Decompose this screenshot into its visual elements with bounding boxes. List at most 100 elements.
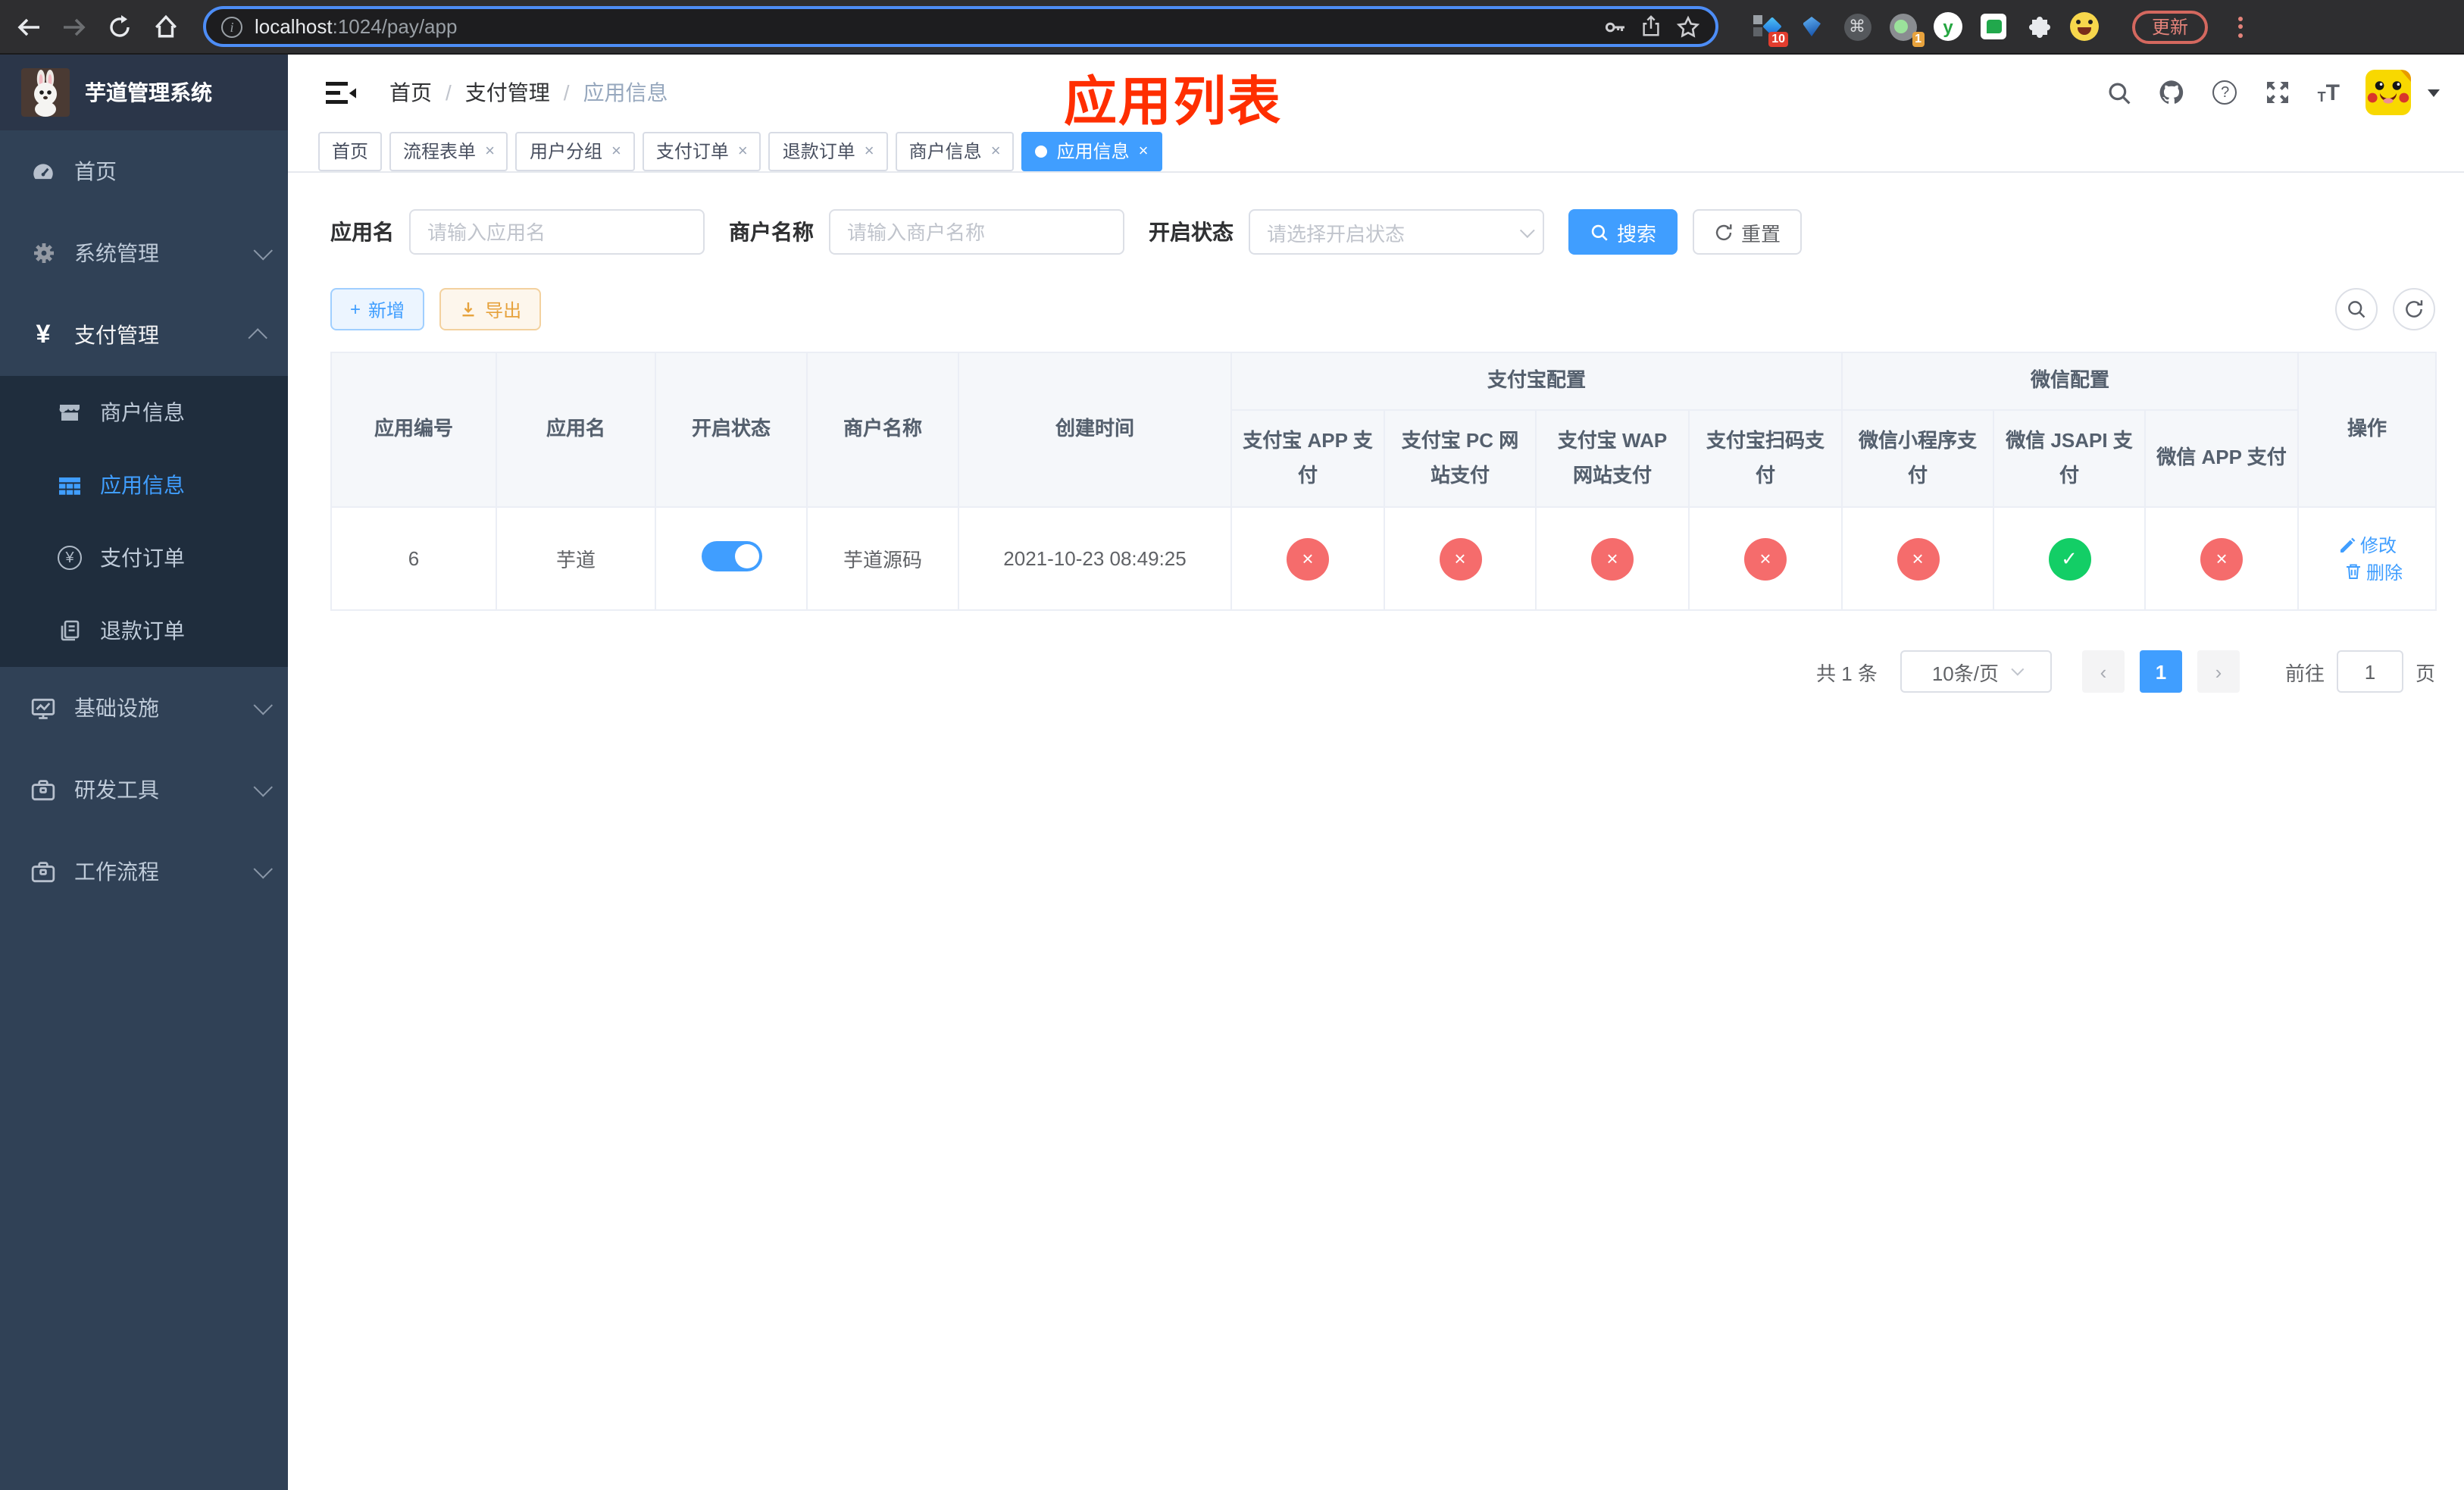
tag-user-group[interactable]: 用户分组 ×	[515, 131, 635, 171]
close-icon[interactable]: ×	[611, 142, 621, 160]
edit-link[interactable]: 修改	[2337, 532, 2397, 558]
sidebar-item-pay-order[interactable]: ¥ 支付订单	[0, 521, 288, 594]
page-number-1[interactable]: 1	[2139, 650, 2182, 693]
fullscreen-icon[interactable]	[2265, 79, 2292, 106]
tag-refund-order[interactable]: 退款订单 ×	[768, 131, 888, 171]
app-title: 芋道管理系统	[85, 80, 212, 105]
close-icon[interactable]: ×	[865, 142, 874, 160]
chevron-down-icon	[2011, 662, 2025, 676]
column-header: 支付宝 WAP 网站支付	[1535, 409, 1690, 508]
breadcrumb-separator: /	[563, 80, 570, 105]
column-header: 支付宝扫码支付	[1687, 409, 1843, 508]
site-info-icon[interactable]: i	[221, 16, 242, 37]
tag-home[interactable]: 首页	[318, 131, 383, 171]
toggle-search-button[interactable]	[2335, 288, 2378, 330]
tag-merchant-info[interactable]: 商户信息 ×	[895, 131, 1015, 171]
close-icon[interactable]: ×	[485, 142, 495, 160]
url-bar[interactable]: i localhost:1024/pay/app	[203, 6, 1718, 47]
help-icon[interactable]: ?	[2212, 79, 2239, 106]
monitor-chart-icon	[30, 695, 56, 721]
yen-circle-icon: ¥	[58, 546, 82, 570]
sidebar-item-refund-order[interactable]: 退款订单	[0, 594, 288, 667]
github-icon[interactable]	[2159, 79, 2186, 106]
sidebar-item-workflow[interactable]: 工作流程	[0, 831, 288, 912]
update-button[interactable]: 更新	[2132, 10, 2209, 43]
tag-process-form[interactable]: 流程表单 ×	[389, 131, 508, 171]
enable-switch[interactable]	[701, 541, 761, 571]
close-icon[interactable]: ×	[991, 142, 1001, 160]
reload-icon[interactable]	[106, 13, 133, 40]
cell-create-time: 2021-10-23 08:49:25	[958, 506, 1232, 611]
back-icon[interactable]	[15, 13, 42, 40]
chevron-up-icon	[248, 327, 267, 347]
extension-y-icon[interactable]: y	[1934, 12, 1962, 41]
forward-icon[interactable]	[61, 13, 88, 40]
home-icon[interactable]	[152, 13, 179, 40]
cell-merchant-name: 芋道源码	[806, 506, 959, 611]
status-select[interactable]: 请选择开启状态	[1249, 209, 1544, 255]
sidebar: 芋道管理系统 首页 系统管理 ¥ 支付管理 商户信息 应用信息 ¥ 支付订单 退…	[0, 55, 288, 1490]
extension-meeting-icon[interactable]: 1	[1888, 12, 1925, 47]
sidebar-item-merchant-info[interactable]: 商户信息	[0, 376, 288, 449]
avatar-caret-icon[interactable]	[2428, 89, 2440, 96]
briefcase-icon	[30, 859, 56, 884]
page-size-select[interactable]: 10条/页	[1900, 650, 2052, 693]
breadcrumb-home[interactable]: 首页	[389, 77, 432, 108]
tag-app-info-active[interactable]: 应用信息 ×	[1021, 131, 1162, 171]
merchant-name-input[interactable]	[829, 209, 1124, 255]
profile-emoji-icon[interactable]	[2070, 12, 2099, 41]
app-table: 应用编号 应用名 开启状态 商户名称 创建时间 支付宝配置 微信配置 操作 支付…	[330, 352, 2437, 611]
sidebar-item-infrastructure[interactable]: 基础设施	[0, 667, 288, 749]
extension-chat-icon[interactable]	[1979, 12, 2008, 41]
storefront-icon	[58, 400, 82, 424]
url-text: localhost:1024/pay/app	[255, 15, 458, 38]
next-page-button[interactable]: ›	[2197, 650, 2240, 693]
cell-app-name: 芋道	[496, 506, 656, 611]
sidebar-collapse-icon[interactable]	[326, 80, 356, 105]
reset-button[interactable]: 重置	[1693, 209, 1803, 255]
sidebar-item-payment[interactable]: ¥ 支付管理	[0, 294, 288, 376]
sidebar-item-label: 支付订单	[100, 546, 185, 570]
browser-toolbar: i localhost:1024/pay/app 10 ⌘ 1 y 更新	[0, 0, 2464, 55]
sidebar-item-label: 商户信息	[100, 400, 185, 424]
status-wx-jsapi: ✓	[2048, 537, 2091, 580]
password-key-icon[interactable]	[1603, 14, 1628, 39]
add-button[interactable]: + 新增	[330, 288, 425, 330]
close-icon[interactable]: ×	[1139, 142, 1149, 160]
font-size-icon[interactable]: TT	[2318, 81, 2340, 104]
edit-pen-icon	[2340, 537, 2355, 552]
share-icon[interactable]	[1640, 14, 1664, 39]
extension-blocks-icon[interactable]: 10	[1752, 12, 1788, 47]
tag-pay-order[interactable]: 支付订单 ×	[642, 131, 761, 171]
column-header: 微信小程序支付	[1841, 409, 1995, 508]
extension-badge: 1	[1912, 32, 1925, 47]
search-button[interactable]: 搜索	[1568, 209, 1678, 255]
sidebar-item-system[interactable]: 系统管理	[0, 212, 288, 294]
prev-page-button[interactable]: ‹	[2081, 650, 2125, 693]
sidebar-item-home[interactable]: 首页	[0, 130, 288, 212]
extensions-puzzle-icon[interactable]	[2025, 12, 2053, 41]
browser-menu-icon[interactable]	[2238, 16, 2244, 37]
bookmark-star-icon[interactable]	[1676, 14, 1700, 39]
chevron-down-icon	[253, 777, 273, 797]
sidebar-item-app-info[interactable]: 应用信息	[0, 449, 288, 521]
refresh-button[interactable]	[2393, 288, 2435, 330]
user-avatar[interactable]	[2366, 70, 2411, 115]
status-wx-app: ×	[2200, 537, 2244, 580]
extension-command-icon[interactable]: ⌘	[1843, 12, 1871, 41]
app-name-input[interactable]	[409, 209, 705, 255]
export-button[interactable]: 导出	[439, 288, 542, 330]
red-annotation-text: 应用列表	[1064, 73, 1283, 132]
sidebar-item-label: 退款订单	[100, 618, 185, 643]
delete-link[interactable]: 删除	[2344, 559, 2403, 584]
extension-gem-icon[interactable]	[1797, 12, 1826, 41]
search-icon[interactable]	[2106, 79, 2133, 106]
yen-icon: ¥	[36, 320, 51, 349]
payment-submenu: 商户信息 应用信息 ¥ 支付订单 退款订单	[0, 376, 288, 667]
sidebar-item-label: 支付管理	[74, 323, 159, 347]
goto-page-input[interactable]	[2336, 650, 2403, 693]
extension-badge: 10	[1768, 32, 1788, 47]
status-alipay-qr: ×	[1744, 537, 1787, 580]
sidebar-item-dev-tools[interactable]: 研发工具	[0, 749, 288, 831]
close-icon[interactable]: ×	[738, 142, 748, 160]
